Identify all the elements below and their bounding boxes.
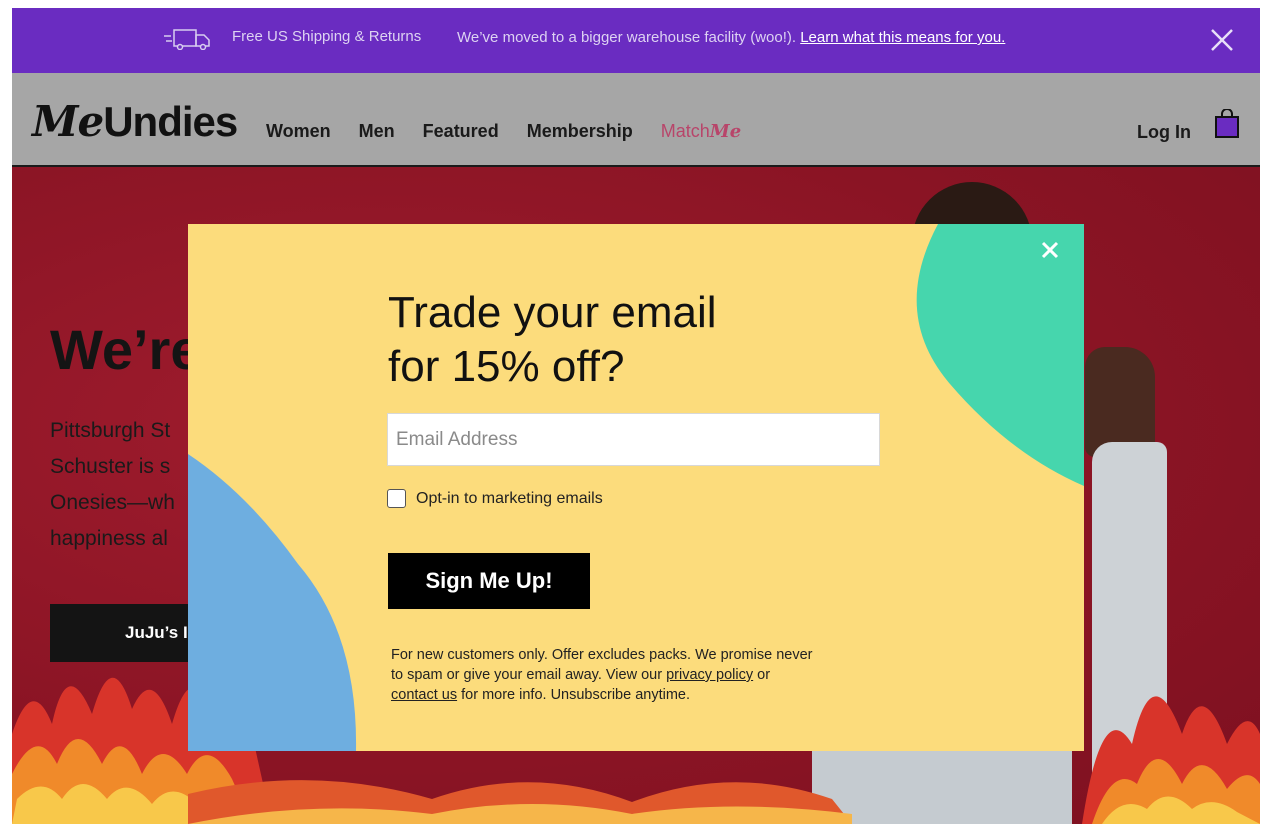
optin-checkbox[interactable] xyxy=(387,489,406,508)
nav-men[interactable]: Men xyxy=(359,121,395,142)
truck-icon xyxy=(164,29,210,50)
contact-us-link[interactable]: contact us xyxy=(391,687,457,703)
login-link[interactable]: Log In xyxy=(1137,122,1191,143)
logo-text: Undies xyxy=(103,98,238,145)
nav-match-me[interactable]: MatchMe xyxy=(661,121,741,142)
nav-women[interactable]: Women xyxy=(266,121,331,142)
fine-print-text: For new customers only. Offer excludes p… xyxy=(391,647,813,663)
nav-featured[interactable]: Featured xyxy=(423,121,499,142)
shipping-text: Free US Shipping & Returns xyxy=(232,28,422,45)
email-signup-modal: Trade your email for 15% off? Opt-in to … xyxy=(188,224,1084,751)
main-nav: Women Men Featured Membership MatchMe xyxy=(266,121,741,142)
nav-membership[interactable]: Membership xyxy=(527,121,633,142)
sign-up-button[interactable]: Sign Me Up! xyxy=(388,553,590,609)
fine-print-text: to spam or give your email away. View ou… xyxy=(391,667,663,683)
fine-print: For new customers only. Offer excludes p… xyxy=(391,645,851,705)
hero-hand xyxy=(1085,347,1155,457)
email-field[interactable] xyxy=(387,413,880,466)
learn-more-link[interactable]: Learn what this means for you. xyxy=(800,29,1005,46)
warehouse-text: We’ve moved to a bigger warehouse facili… xyxy=(457,29,797,46)
matchme-text: Match xyxy=(660,121,710,141)
bag-icon[interactable] xyxy=(1214,109,1240,139)
announcement-bar: Free US Shipping & Returns We’ve moved t… xyxy=(12,8,1260,73)
fine-print-text: or xyxy=(757,667,771,683)
blue-blob xyxy=(188,454,357,751)
hero-heading: We’re xyxy=(50,318,202,381)
modal-title-line: for 15% off? xyxy=(388,342,625,391)
close-icon[interactable] xyxy=(1208,26,1236,54)
matchme-script: Me xyxy=(709,121,742,142)
optin-label: Opt-in to marketing emails xyxy=(416,489,603,507)
page-frame: Free US Shipping & Returns We’ve moved t… xyxy=(12,8,1260,824)
modal-title: Trade your email for 15% off? xyxy=(388,286,717,394)
site-header: MeUndies Women Men Featured Membership M… xyxy=(12,73,1260,167)
teal-blob xyxy=(916,224,1084,486)
warehouse-notice: We’ve moved to a bigger warehouse facili… xyxy=(457,29,1005,46)
optin-row: Opt-in to marketing emails xyxy=(387,489,603,508)
logo[interactable]: MeUndies xyxy=(32,97,238,146)
logo-script: Me xyxy=(32,97,104,146)
privacy-policy-link[interactable]: privacy policy xyxy=(666,667,753,683)
fine-print-text: for more info. Unsubscribe anytime. xyxy=(461,687,690,703)
modal-close-icon[interactable] xyxy=(1039,239,1061,261)
modal-title-line: Trade your email xyxy=(388,288,717,337)
